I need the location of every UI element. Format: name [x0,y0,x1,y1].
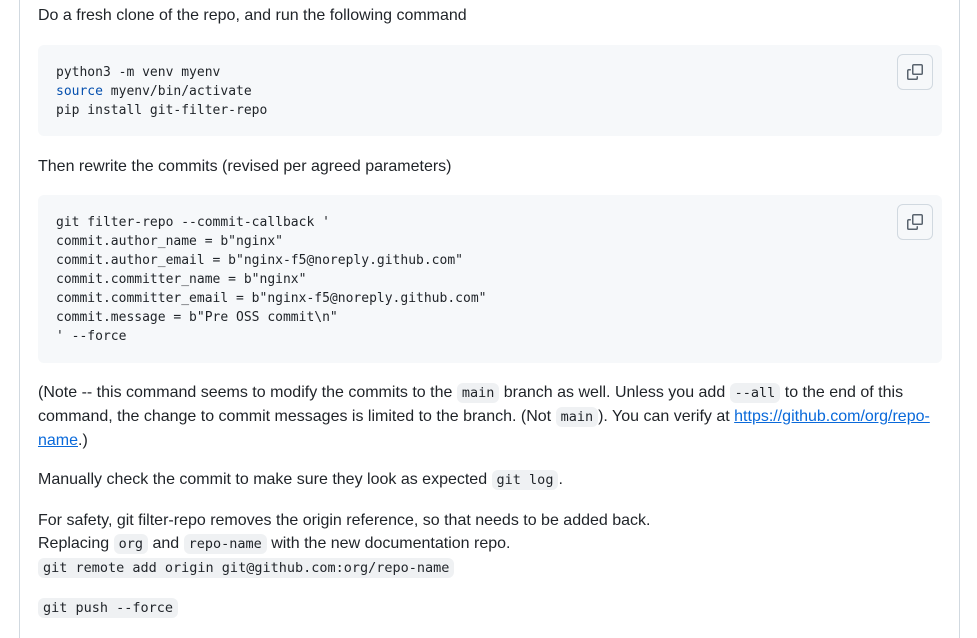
manual-text: . [558,471,563,488]
inline-code: git push --force [38,598,179,618]
code-line: myenv/bin/activate [102,84,252,99]
inline-code: repo-name [183,534,267,554]
code-line: commit.message = b"Pre OSS commit\n" [56,310,338,325]
code-block-filter[interactable]: git filter-repo --commit-callback ' comm… [38,195,942,363]
safety-paragraph: For safety, git filter-repo removes the … [38,509,942,580]
note-text: (Note -- this command seems to modify th… [38,384,457,401]
code-line: ' --force [56,329,127,344]
safety-text: and [148,535,184,552]
copy-button[interactable] [897,54,933,90]
inline-code: --all [729,383,781,403]
code-filter: git filter-repo --commit-callback ' comm… [38,195,942,364]
note-paragraph: (Note -- this command seems to modify th… [38,381,942,452]
intro-text: Do a fresh clone of the repo, and run th… [38,7,467,24]
manual-text: Manually check the commit to make sure t… [38,471,492,488]
code-line: commit.committer_email = b"nginx-f5@nore… [56,291,487,306]
note-text: branch as well. Unless you add [499,384,730,401]
inline-code: git log [491,470,559,490]
code-line: python3 -m venv myenv [56,65,221,80]
code-line: pip install git-filter-repo [56,103,268,118]
copy-icon [907,214,923,230]
code-line: commit.author_email = b"nginx-f5@noreply… [56,253,463,268]
inline-code: main [456,383,500,403]
inline-code: main [555,407,599,427]
code-keyword: source [56,84,103,99]
code-line: commit.author_name = b"nginx" [56,234,283,249]
code-line: commit.committer_name = b"nginx" [56,272,307,287]
code-block-setup[interactable]: python3 -m venv myenv source myenv/bin/a… [38,45,942,136]
copy-icon [907,64,923,80]
push-paragraph: git push --force [38,596,942,620]
code-line: git filter-repo --commit-callback ' [56,215,330,230]
rewrite-text: Then rewrite the commits (revised per ag… [38,158,452,175]
comment-body: Do a fresh clone of the repo, and run th… [19,0,960,638]
safety-text: with the new documentation repo. [266,535,511,552]
manual-check-paragraph: Manually check the commit to make sure t… [38,468,942,492]
inline-code: git remote add origin git@github.com:org… [38,558,455,578]
note-text: ). You can verify at [598,408,735,425]
safety-text: Replacing [38,535,114,552]
note-text: .) [78,432,88,449]
copy-button[interactable] [897,204,933,240]
inline-code: org [113,534,148,554]
safety-text: For safety, git filter-repo removes the … [38,512,651,529]
code-setup: python3 -m venv myenv source myenv/bin/a… [38,45,942,138]
